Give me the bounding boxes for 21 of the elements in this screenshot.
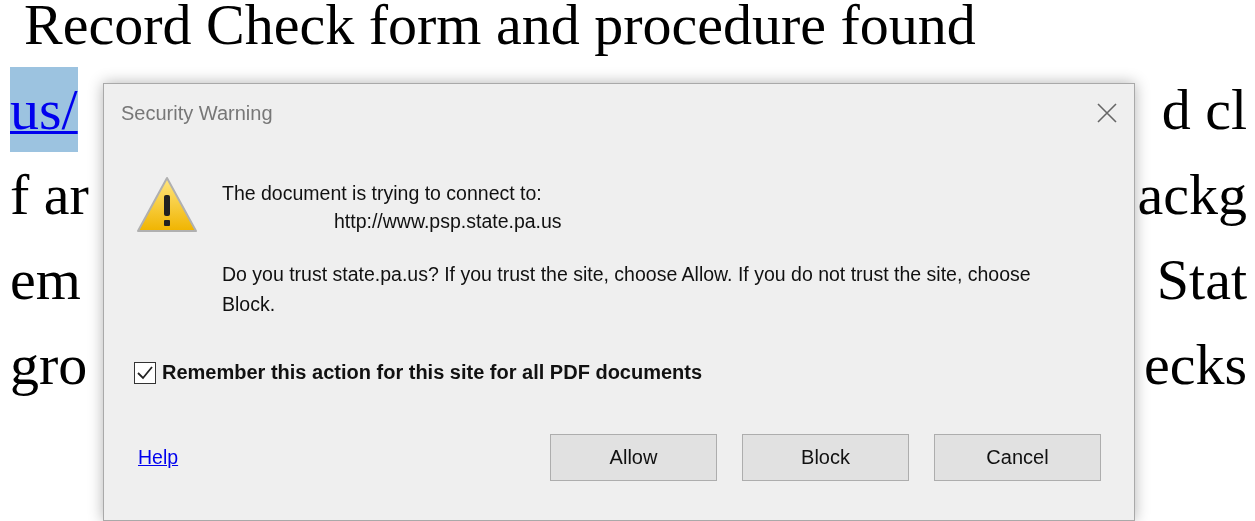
cancel-button[interactable]: Cancel [934,434,1101,481]
document-text: ackg [1137,161,1247,229]
block-button[interactable]: Block [742,434,909,481]
dialog-message: The document is trying to connect to: [222,182,543,205]
close-icon[interactable] [1096,102,1118,124]
document-text: f ar [10,161,89,229]
allow-button[interactable]: Allow [550,434,717,481]
remember-checkbox[interactable] [134,361,156,384]
document-link[interactable]: us/ [10,67,78,152]
site-url: http://www.psp.state.pa.us [334,210,563,233]
trust-question: Do you trust state.pa.us? If you trust the site, choose Allow. If you do not trust the site, choose Block. [222,262,1032,317]
document-text: ecks [1143,331,1247,399]
dialog-title: Security Warning [121,101,273,125]
document-text: em [10,246,81,314]
help-link[interactable]: Help [138,446,179,469]
checkbox-label: Remember this action for this site for all PDF documents [162,361,703,384]
document-text: Record Check form and procedure found [24,0,976,59]
document-text: d cl [1161,76,1247,144]
document-text: gro [10,331,88,399]
document-text: Stat [1156,246,1247,314]
warning-icon [136,176,198,234]
